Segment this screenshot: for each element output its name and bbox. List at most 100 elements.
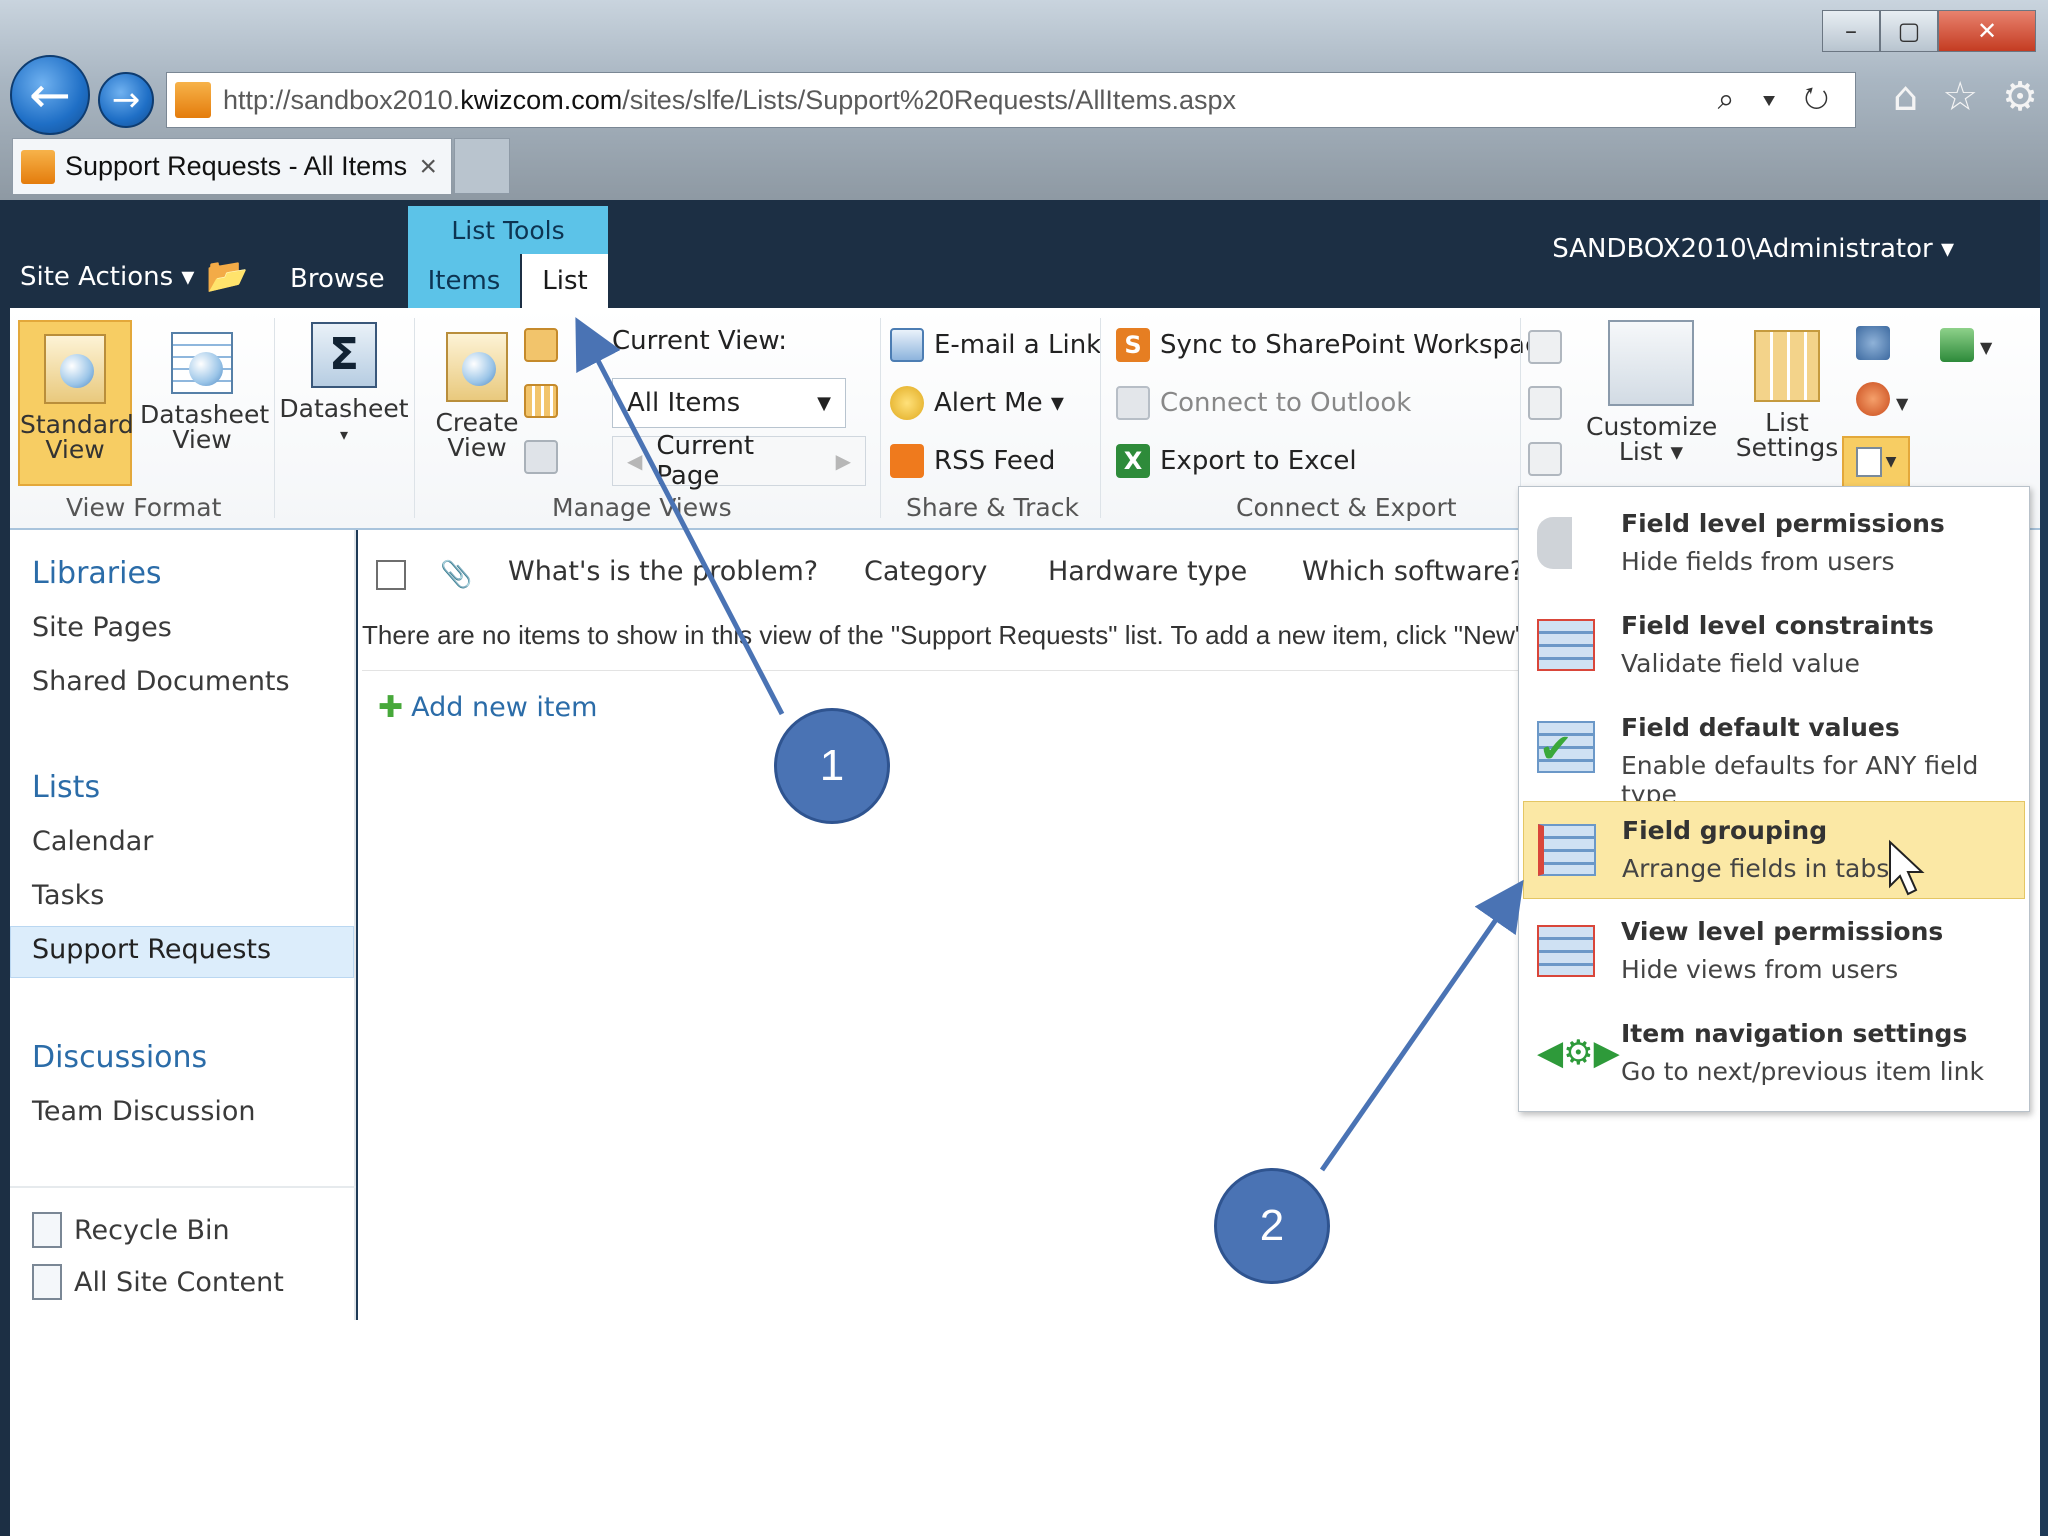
nav-heading-libraries[interactable]: Libraries xyxy=(32,556,162,591)
chevron-down-icon[interactable]: ▼ xyxy=(1896,394,1908,413)
column-header[interactable]: Category xyxy=(864,556,987,587)
window-left-edge xyxy=(0,200,10,1536)
address-tools[interactable]: ⌕ ▾ ↻ xyxy=(1718,83,1839,117)
tab-title: Support Requests - All Items xyxy=(65,151,408,181)
create-view-button[interactable]: Create View xyxy=(422,332,532,460)
previous-page-icon[interactable]: ◀ xyxy=(627,449,642,473)
user-menu[interactable]: SANDBOX2010\Administrator ▾ xyxy=(1552,234,1954,264)
menu-item-item-navigation-settings[interactable]: ◀⚙▶ Item navigation settings Go to next/… xyxy=(1523,1005,2025,1103)
nav-item-shared-documents[interactable]: Shared Documents xyxy=(32,666,290,697)
site-actions-menu[interactable]: Site Actions ▾ xyxy=(20,262,194,292)
menu-item-subtitle: Go to next/previous item link xyxy=(1621,1057,1984,1086)
project-icon[interactable] xyxy=(1528,442,1562,476)
menu-item-field-default-values[interactable]: ✔ Field default values Enable defaults f… xyxy=(1523,699,2025,809)
create-column-icon[interactable] xyxy=(524,384,558,418)
nav-item-support-requests[interactable]: Support Requests xyxy=(32,934,271,965)
sync-workspace-button[interactable]: S Sync to SharePoint Workspace xyxy=(1116,328,1555,362)
checkmark-icon: ✔ xyxy=(1537,721,1595,773)
menu-item-field-level-permissions[interactable]: Field level permissions Hide fields from… xyxy=(1523,495,2025,593)
nav-item-team-discussion[interactable]: Team Discussion xyxy=(32,1096,256,1127)
menu-item-field-level-constraints[interactable]: Field level constraints Validate field v… xyxy=(1523,597,2025,695)
home-icon[interactable]: ⌂ xyxy=(1893,74,1918,120)
connect-outlook-button[interactable]: Connect to Outlook xyxy=(1116,386,1411,420)
dropdown-arrow-icon: ▼ xyxy=(817,392,831,414)
menu-item-subtitle: Validate field value xyxy=(1621,649,1860,678)
back-button[interactable]: ← xyxy=(10,55,90,135)
menu-item-title: Field level constraints xyxy=(1621,611,1934,640)
browser-tab[interactable]: Support Requests - All Items × xyxy=(12,138,452,194)
nav-heading-discussions[interactable]: Discussions xyxy=(32,1040,207,1075)
tab-items[interactable]: Items xyxy=(408,254,520,308)
menu-item-view-level-permissions[interactable]: View level permissions Hide views from u… xyxy=(1523,903,2025,1001)
email-icon xyxy=(890,328,924,362)
new-tab-button[interactable] xyxy=(454,138,510,194)
standard-view-label-2: View xyxy=(45,435,105,464)
nav-item-tasks[interactable]: Tasks xyxy=(32,880,104,911)
access-icon[interactable] xyxy=(1528,386,1562,420)
rss-icon xyxy=(890,444,924,478)
tab-list[interactable]: List xyxy=(522,254,608,308)
navigate-up-folder-icon[interactable] xyxy=(524,440,558,474)
chevron-down-icon[interactable]: ▼ xyxy=(1980,338,1992,357)
workflow-settings-icon[interactable] xyxy=(1856,326,1890,360)
forward-button[interactable]: → xyxy=(98,72,154,128)
addons-dropdown-menu: Field level permissions Hide fields from… xyxy=(1518,486,2030,1112)
minimize-button[interactable]: – xyxy=(1822,10,1880,52)
export-excel-button[interactable]: X Export to Excel xyxy=(1116,444,1357,478)
manage-views-group-label: Manage Views xyxy=(552,493,732,522)
column-header[interactable]: Which software? xyxy=(1302,556,1524,587)
empty-list-message: There are no items to show in this view … xyxy=(362,620,1532,650)
all-site-content-label: All Site Content xyxy=(74,1266,284,1298)
recycle-bin-link[interactable]: Recycle Bin xyxy=(32,1212,230,1248)
connect-office-icon[interactable] xyxy=(1940,328,1974,362)
rss-feed-button[interactable]: RSS Feed xyxy=(890,444,1055,478)
address-bar[interactable]: http://sandbox2010.kwizcom.com/sites/slf… xyxy=(166,72,1856,128)
all-site-content-link[interactable]: All Site Content xyxy=(32,1264,284,1300)
visio-icon[interactable] xyxy=(1528,330,1562,364)
maximize-button[interactable]: ▢ xyxy=(1880,10,1938,52)
close-window-button[interactable]: ✕ xyxy=(1938,10,2036,52)
navigate-up-icon[interactable]: 📂 xyxy=(206,256,248,296)
site-favicon-icon xyxy=(175,82,211,118)
create-view-label-2: View xyxy=(447,433,507,462)
nav-item-site-pages[interactable]: Site Pages xyxy=(32,612,172,643)
list-settings-gear-icon xyxy=(1754,330,1820,402)
datasheet-view-button[interactable]: Datasheet View xyxy=(140,332,269,454)
email-link-button[interactable]: E-mail a Link xyxy=(890,328,1101,362)
key-icon xyxy=(1537,517,1595,569)
column-header[interactable]: What's is the problem? xyxy=(508,556,818,587)
nav-heading-lists[interactable]: Lists xyxy=(32,770,100,805)
datasheet-view-label-2: View xyxy=(172,425,232,454)
tab-browse[interactable]: Browse xyxy=(290,264,385,294)
favorites-icon[interactable]: ☆ xyxy=(1942,74,1978,120)
rss-settings-icon[interactable] xyxy=(1856,382,1890,416)
settings-gear-icon[interactable]: ⚙ xyxy=(2002,74,2038,120)
select-all-checkbox[interactable] xyxy=(376,560,406,590)
plus-icon: ✚ xyxy=(378,690,404,725)
outlook-icon xyxy=(1116,386,1150,420)
customize-list-label-1: Customize xyxy=(1586,412,1718,441)
column-header[interactable]: Hardware type xyxy=(1048,556,1247,587)
nav-item-calendar[interactable]: Calendar xyxy=(32,826,153,857)
current-page-pager[interactable]: ◀ Current Page ▶ xyxy=(612,431,866,491)
sigma-icon: Σ xyxy=(311,322,377,388)
excel-icon: X xyxy=(1116,444,1150,478)
customize-list-button[interactable]: Customize List ▾ xyxy=(1586,320,1718,464)
tab-favicon-icon xyxy=(21,149,55,184)
menu-item-field-grouping[interactable]: Field grouping Arrange fields in tabs xyxy=(1523,801,2025,899)
list-settings-button[interactable]: List Settings xyxy=(1732,330,1842,460)
add-new-item-link[interactable]: ✚ Add new item xyxy=(378,690,597,725)
next-page-icon[interactable]: ▶ xyxy=(836,449,851,473)
modify-view-icon[interactable] xyxy=(524,328,558,362)
recycle-bin-label: Recycle Bin xyxy=(74,1214,230,1246)
tab-close-icon[interactable]: × xyxy=(419,150,437,184)
view-format-group-label: View Format xyxy=(66,493,222,522)
menu-item-title: Item navigation settings xyxy=(1621,1019,1968,1048)
alert-me-button[interactable]: Alert Me ▾ xyxy=(890,386,1064,420)
url-text: http://sandbox2010.kwizcom.com/sites/slf… xyxy=(223,84,1236,115)
current-view-dropdown[interactable]: All Items ▼ xyxy=(612,378,846,428)
datasheet-button[interactable]: Σ Datasheet ▾ xyxy=(278,322,410,443)
standard-view-button[interactable]: Standard View xyxy=(18,320,134,486)
all-content-icon xyxy=(32,1264,62,1300)
kwizcom-addons-button[interactable]: ▼ xyxy=(1842,436,1910,488)
